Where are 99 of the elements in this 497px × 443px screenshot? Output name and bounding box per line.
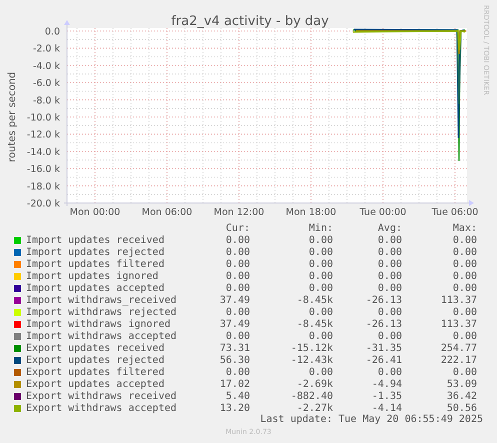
column-header: Avg: <box>376 222 402 234</box>
last-update: Last update: Tue May 20 06:55:49 2025 <box>260 414 483 425</box>
max-value: 222.17 <box>440 354 477 366</box>
avg-value: 0.00 <box>376 282 402 294</box>
legend-label: Export updates filtered <box>25 366 166 378</box>
avg-value: 0.00 <box>376 246 402 258</box>
avg-value: 0.00 <box>376 270 402 282</box>
min-value: 0.00 <box>308 246 333 258</box>
max-value: 0.00 <box>452 366 477 378</box>
min-value: -8.45k <box>296 318 333 330</box>
cur-value: 0.00 <box>224 306 250 318</box>
legend-label: Export withdraws received <box>25 390 178 402</box>
cur-value: 13.20 <box>218 402 250 414</box>
legend-label: Import updates ignored <box>25 270 160 282</box>
column-header: Cur: <box>224 222 250 234</box>
cur-value: 0.00 <box>224 270 250 282</box>
cur-value: 73.31 <box>218 342 250 354</box>
max-value: 0.00 <box>452 246 477 258</box>
x-tick-label: Mon 18:00 <box>286 207 336 215</box>
legend-label: Export withdraws accepted <box>25 402 178 414</box>
min-value: 0.00 <box>308 282 333 294</box>
y-tick-label: 0.0 <box>44 26 60 38</box>
legend-label: Import withdraws accepted <box>25 330 178 342</box>
cur-value: 0.00 <box>224 366 250 378</box>
max-value: 0.00 <box>452 234 477 246</box>
y-tick-label: -16.0 k <box>26 164 60 176</box>
avg-value: 0.00 <box>376 366 402 378</box>
legend-label: Import withdraws_received <box>25 294 178 306</box>
x-tick-label: Tue 06:00 <box>432 207 478 215</box>
y-tick-label: -10.0 k <box>26 112 60 124</box>
min-value: -12.43k <box>290 354 333 366</box>
min-value: 0.00 <box>308 330 333 342</box>
avg-value: 0.00 <box>376 234 402 246</box>
cur-value: 0.00 <box>224 234 250 246</box>
legend-label: Export updates rejected <box>25 354 166 366</box>
cur-value: 0.00 <box>224 282 250 294</box>
cur-value: 0.00 <box>224 246 250 258</box>
y-axis-label: routes per second <box>7 72 18 162</box>
legend-label: Import updates rejected <box>25 246 166 258</box>
column-header: Min: <box>308 222 333 234</box>
x-tick-label: Mon 00:00 <box>70 207 120 215</box>
avg-value: -4.14 <box>370 402 402 414</box>
legend-label: Export updates received <box>25 342 166 354</box>
avg-value: -26.13 <box>364 294 402 306</box>
min-value: 0.00 <box>308 366 333 378</box>
legend-label: Import withdraws rejected <box>25 306 178 318</box>
y-tick-label: -4.0 k <box>32 60 60 72</box>
avg-value: 0.00 <box>376 306 402 318</box>
cur-value: 37.49 <box>218 318 250 330</box>
avg-value: 0.00 <box>376 330 402 342</box>
min-value: -882.40 <box>290 390 333 402</box>
legend-label: Import updates accepted <box>25 282 166 294</box>
max-value: 113.37 <box>440 318 477 330</box>
max-value: 254.77 <box>440 342 477 354</box>
cur-value: 0.00 <box>224 258 250 270</box>
y-tick-label: -18.0 k <box>26 181 60 192</box>
min-value: 0.00 <box>308 306 333 318</box>
avg-value: -4.94 <box>370 378 402 390</box>
max-value: 0.00 <box>452 270 477 282</box>
max-value: 0.00 <box>452 306 477 318</box>
y-tick-label: -2.0 k <box>32 44 60 55</box>
min-value: -8.45k <box>296 294 333 306</box>
y-tick-label: -12.0 k <box>26 130 60 141</box>
graph-title: fra2_v4 activity - by day <box>171 14 329 29</box>
max-value: 0.00 <box>452 282 477 294</box>
legend-label: Export updates accepted <box>25 378 166 390</box>
avg-value: -26.41 <box>364 354 402 366</box>
y-tick-label: -20.0 k <box>26 198 60 210</box>
cur-value: 5.40 <box>224 390 250 402</box>
min-value: -2.69k <box>296 378 333 390</box>
y-tick-label: -14.0 k <box>26 146 60 158</box>
max-value: 53.09 <box>446 378 477 390</box>
x-tick-label: Mon 12:00 <box>214 207 264 215</box>
column-header: Max: <box>452 222 477 234</box>
avg-value: 0.00 <box>376 258 402 270</box>
legend-label: Import updates filtered <box>25 258 166 270</box>
max-value: 0.00 <box>452 330 477 342</box>
cur-value: 37.49 <box>218 294 250 306</box>
max-value: 0.00 <box>452 258 477 270</box>
min-value: 0.00 <box>308 234 333 246</box>
y-tick-label: -6.0 k <box>32 78 60 90</box>
min-value: -2.27k <box>296 402 333 414</box>
cur-value: 56.30 <box>218 354 250 366</box>
avg-value: -31.35 <box>364 342 402 354</box>
min-value: 0.00 <box>308 270 333 282</box>
max-value: 113.37 <box>440 294 477 306</box>
y-tick-label: -8.0 k <box>32 95 60 106</box>
min-value: -15.12k <box>290 342 333 354</box>
max-value: 36.42 <box>446 390 477 402</box>
avg-value: -26.13 <box>364 318 402 330</box>
max-value: 50.56 <box>446 402 477 414</box>
x-tick-label: Mon 06:00 <box>142 207 192 215</box>
cur-value: 0.00 <box>224 330 250 342</box>
avg-value: -1.35 <box>370 390 402 402</box>
legend-label: Import withdraws ignored <box>25 318 172 330</box>
min-value: 0.00 <box>308 258 333 270</box>
x-tick-label: Tue 00:00 <box>360 207 406 215</box>
legend-label: Import updates received <box>25 234 166 246</box>
cur-value: 17.02 <box>218 378 250 390</box>
